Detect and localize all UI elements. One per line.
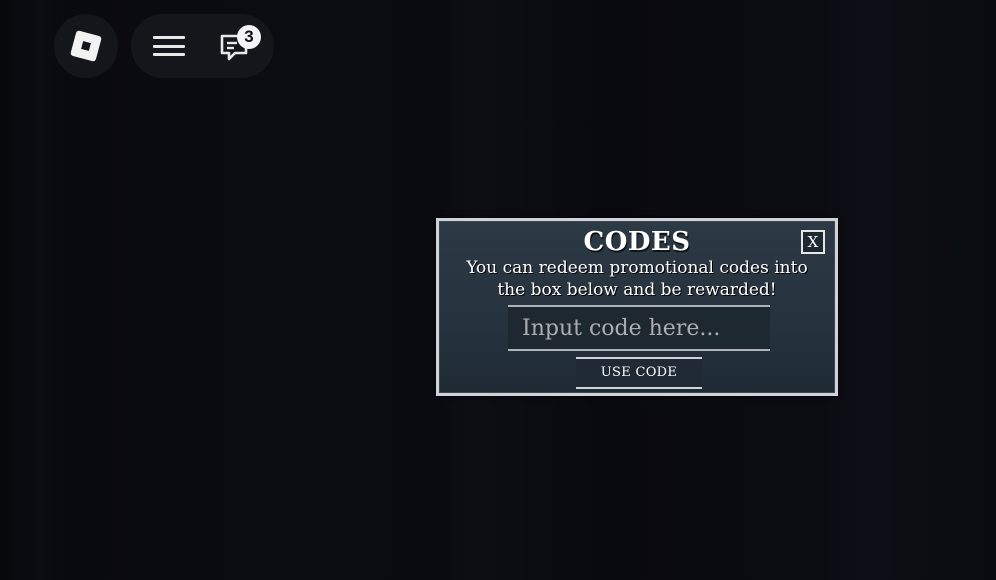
hamburger-menu-icon[interactable] (153, 36, 185, 56)
codes-title: CODES (583, 227, 691, 257)
roblox-menu-button[interactable] (54, 14, 118, 78)
codes-description: You can redeem promotional codes into th… (466, 258, 808, 300)
use-code-button[interactable]: USE CODE (576, 357, 702, 389)
topbar-controls: 3 (131, 14, 274, 78)
chat-unread-badge: 3 (237, 25, 261, 49)
codes-dialog: CODES X You can redeem promotional codes… (436, 218, 838, 396)
game-viewport: 3 CODES X You can redeem promotional cod… (0, 0, 996, 580)
close-button[interactable]: X (801, 230, 825, 254)
code-input[interactable] (508, 305, 770, 351)
roblox-logo-icon (70, 30, 102, 62)
